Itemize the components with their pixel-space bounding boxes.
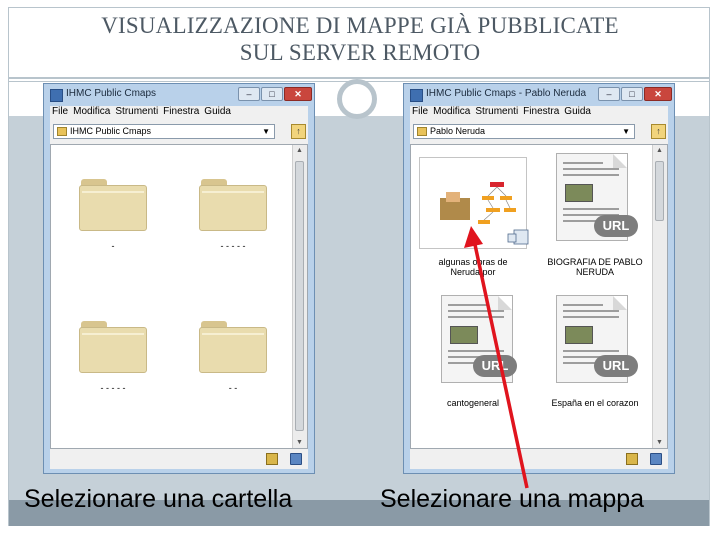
caption-left: Selezionare una cartella (24, 485, 293, 513)
red-pointer-arrow (464, 226, 529, 489)
caption-right: Selezionare una mappa (380, 485, 645, 513)
